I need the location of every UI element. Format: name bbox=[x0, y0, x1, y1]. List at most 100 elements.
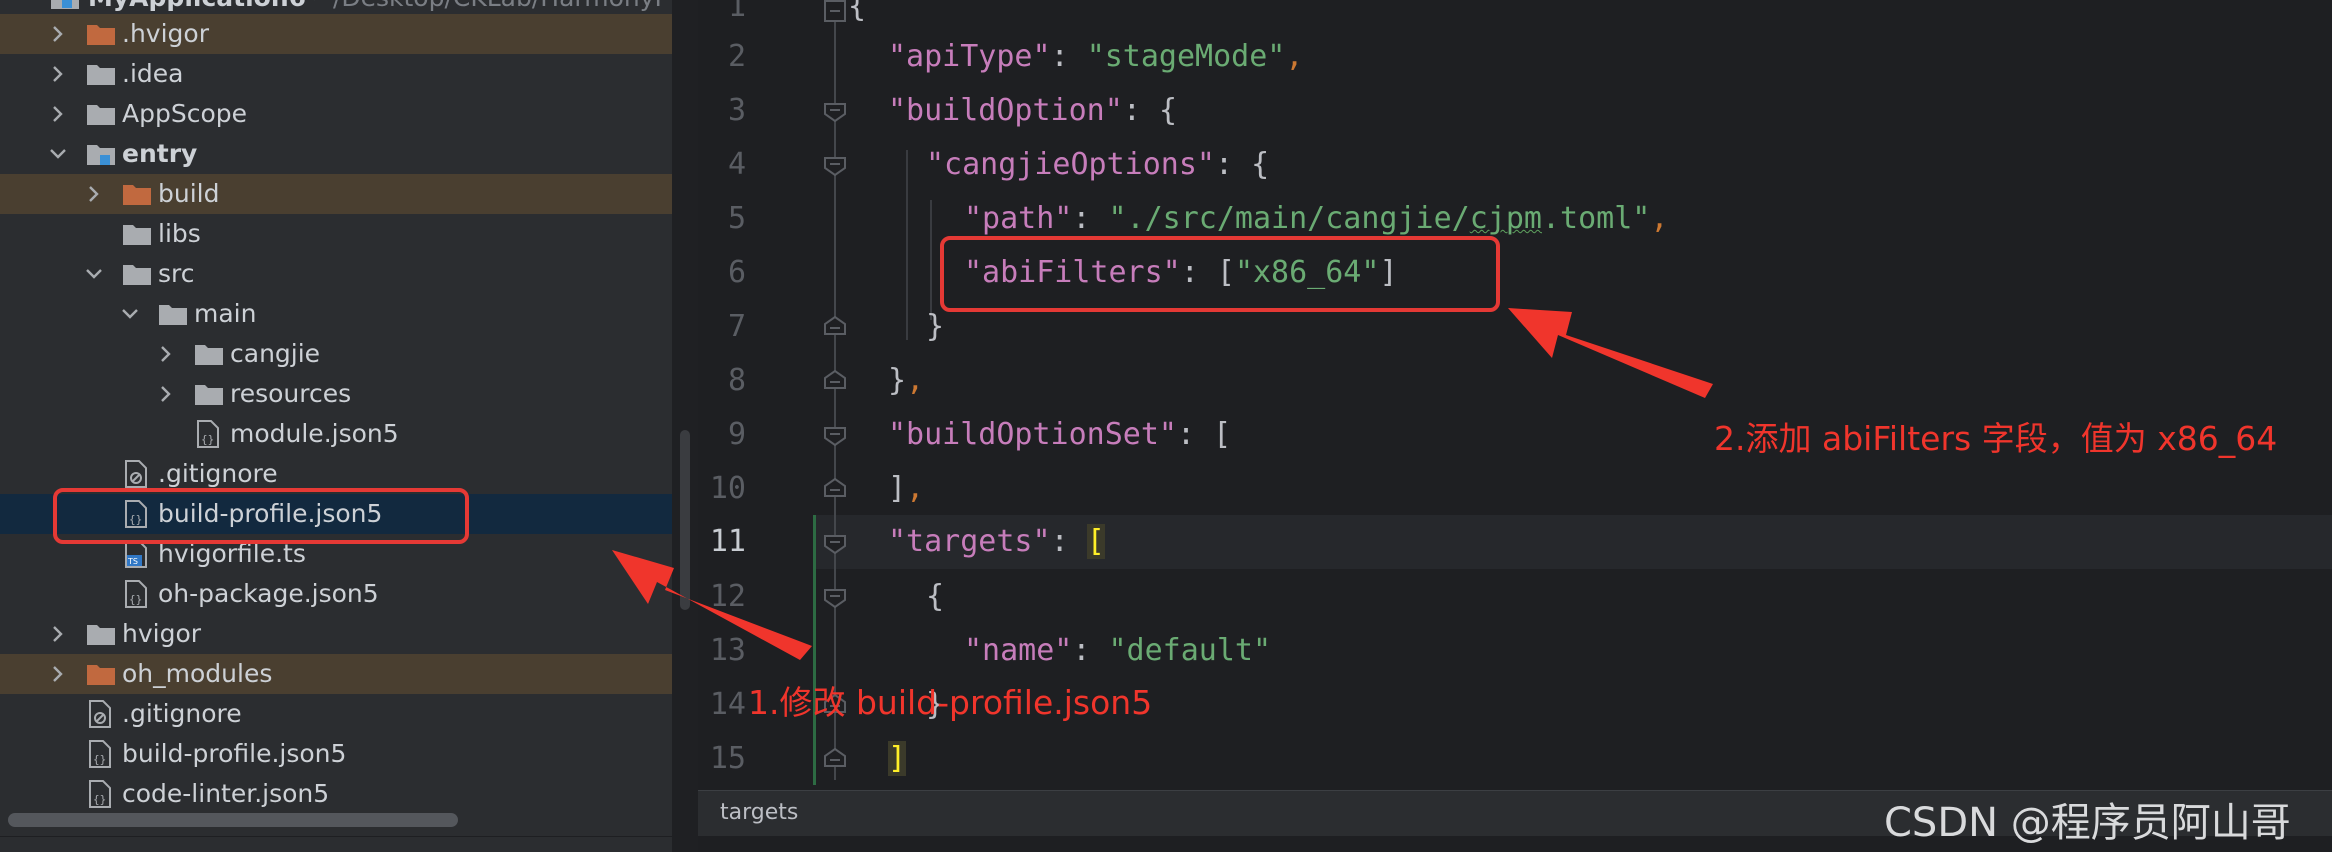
tree-item-root-build-profile[interactable]: {} build-profile.json5 bbox=[0, 734, 672, 774]
chevron-right-icon[interactable] bbox=[48, 64, 68, 84]
tree-item-label: .idea bbox=[122, 59, 184, 88]
chevron-right-icon[interactable] bbox=[48, 664, 68, 684]
code-line-3[interactable]: "buildOption": { bbox=[888, 84, 1177, 138]
tree-item-module-json5[interactable]: {} module.json5 bbox=[0, 414, 672, 454]
module-folder-icon bbox=[87, 145, 115, 165]
fold-open-icon[interactable] bbox=[824, 100, 846, 122]
ts-file-icon: TS bbox=[125, 540, 147, 568]
tree-item-resources[interactable]: resources bbox=[0, 374, 672, 414]
tree-item-appscope[interactable]: AppScope bbox=[0, 94, 672, 134]
tree-item-label: .gitignore bbox=[158, 459, 278, 488]
splitter-handle[interactable] bbox=[680, 430, 690, 610]
code-line-1[interactable]: { bbox=[848, 0, 866, 34]
fold-open-icon[interactable] bbox=[824, 532, 846, 554]
breadcrumb-item[interactable]: targets bbox=[720, 800, 798, 825]
code-line-9[interactable]: "buildOptionSet": [ bbox=[888, 408, 1231, 462]
chevron-right-icon[interactable] bbox=[48, 104, 68, 124]
panel-splitter[interactable] bbox=[672, 0, 698, 852]
highlight-box-build-profile bbox=[53, 488, 469, 544]
tree-footer bbox=[0, 836, 672, 852]
line-number: 6 bbox=[727, 255, 746, 290]
tree-item-src[interactable]: src bbox=[0, 254, 672, 294]
svg-text:{}: {} bbox=[93, 793, 106, 806]
fold-close-icon[interactable] bbox=[824, 370, 846, 392]
fold-close-icon[interactable] bbox=[824, 316, 846, 338]
code-line-11[interactable]: "targets": [ bbox=[888, 515, 1105, 569]
line-number-current: 11 bbox=[709, 524, 746, 559]
tree-item-label: .hvigor bbox=[122, 19, 209, 48]
tree-item-oh-modules[interactable]: oh_modules bbox=[0, 654, 672, 694]
line-number: 14 bbox=[709, 687, 746, 722]
tree-item-label: libs bbox=[158, 219, 201, 248]
tree-item-entry[interactable]: entry bbox=[0, 134, 672, 174]
indent-guide bbox=[906, 150, 908, 340]
tree-item-cangjie[interactable]: cangjie bbox=[0, 334, 672, 374]
annotation-step2: 2.添加 abiFilters 字段，值为 x86_64 bbox=[1714, 419, 2278, 458]
tree-item-libs[interactable]: libs bbox=[0, 214, 672, 254]
folder-icon bbox=[87, 625, 115, 645]
tree-item-label: resources bbox=[230, 379, 352, 408]
tree-item-code-linter[interactable]: {} code-linter.json5 bbox=[0, 774, 672, 814]
tree-root-path: ~/Desktop/CKLab/HarmonyI bbox=[312, 0, 662, 13]
tree-item-label: src bbox=[158, 259, 195, 288]
tree-horizontal-scrollbar[interactable] bbox=[8, 813, 458, 827]
fold-open-icon[interactable] bbox=[824, 586, 846, 608]
line-number: 12 bbox=[709, 579, 746, 614]
fold-close-icon[interactable] bbox=[824, 478, 846, 500]
line-number: 13 bbox=[709, 633, 746, 668]
folder-icon bbox=[159, 305, 187, 325]
tree-item-label: entry bbox=[122, 139, 198, 168]
tree-item-label: oh_modules bbox=[122, 659, 273, 688]
code-line-12[interactable]: { bbox=[926, 570, 944, 624]
svg-text:{}: {} bbox=[129, 593, 142, 606]
tree-item-label: cangjie bbox=[230, 339, 321, 368]
line-number: 1 bbox=[727, 0, 746, 24]
line-number: 8 bbox=[727, 363, 746, 398]
tree-item-idea[interactable]: .idea bbox=[0, 54, 672, 94]
tree-item-label: .gitignore bbox=[122, 699, 242, 728]
line-number: 4 bbox=[727, 147, 746, 182]
json5-file-icon: {} bbox=[89, 740, 111, 768]
watermark: CSDN @程序员阿山哥 bbox=[1884, 800, 2291, 846]
tree-item-build[interactable]: build bbox=[0, 174, 672, 214]
tree-item-main[interactable]: main bbox=[0, 294, 672, 334]
ignore-file-icon bbox=[89, 700, 111, 728]
fold-open-icon[interactable] bbox=[824, 0, 846, 22]
chevron-right-icon[interactable] bbox=[156, 344, 176, 364]
chevron-right-icon[interactable] bbox=[84, 184, 104, 204]
project-tree-panel: MyApplication6 ~/Desktop/CKLab/HarmonyI … bbox=[0, 0, 672, 852]
code-line-10[interactable]: ], bbox=[888, 462, 924, 516]
fold-close-icon[interactable] bbox=[824, 748, 846, 770]
folder-icon bbox=[87, 65, 115, 85]
tree-item-hvigor[interactable]: hvigor bbox=[0, 614, 672, 654]
code-line-13[interactable]: "name": "default" bbox=[964, 624, 1271, 678]
tree-item-hvigor-dir[interactable]: .hvigor bbox=[0, 14, 672, 54]
chevron-right-icon[interactable] bbox=[156, 384, 176, 404]
chevron-down-icon[interactable] bbox=[84, 264, 104, 284]
chevron-right-icon[interactable] bbox=[48, 24, 68, 44]
folder-icon bbox=[195, 345, 223, 365]
line-number: 10 bbox=[709, 471, 746, 506]
tree-item-gitignore-root[interactable]: .gitignore bbox=[0, 694, 672, 734]
code-line-4[interactable]: "cangjieOptions": { bbox=[926, 138, 1269, 192]
folder-icon bbox=[195, 385, 223, 405]
tree-item-label: build bbox=[158, 179, 220, 208]
line-number: 5 bbox=[727, 201, 746, 236]
chevron-down-icon[interactable] bbox=[48, 144, 68, 164]
ignore-file-icon bbox=[125, 460, 147, 488]
tree-item-oh-package[interactable]: {} oh-package.json5 bbox=[0, 574, 672, 614]
chevron-down-icon[interactable] bbox=[120, 304, 140, 324]
code-line-15[interactable]: ] bbox=[888, 732, 907, 786]
folder-icon bbox=[87, 665, 115, 685]
folder-icon bbox=[123, 225, 151, 245]
vcs-change-marker bbox=[813, 515, 816, 785]
chevron-right-icon[interactable] bbox=[48, 624, 68, 644]
fold-open-icon[interactable] bbox=[824, 424, 846, 446]
code-line-8[interactable]: }, bbox=[888, 354, 924, 408]
code-line-2[interactable]: "apiType": "stageMode", bbox=[888, 30, 1303, 84]
tree-root-label: MyApplication6 bbox=[88, 0, 306, 13]
folder-icon bbox=[123, 185, 151, 205]
svg-text:{}: {} bbox=[93, 753, 106, 766]
fold-open-icon[interactable] bbox=[824, 154, 846, 176]
annotation-step1: 1.修改 build-profile.json5 bbox=[748, 683, 1153, 722]
